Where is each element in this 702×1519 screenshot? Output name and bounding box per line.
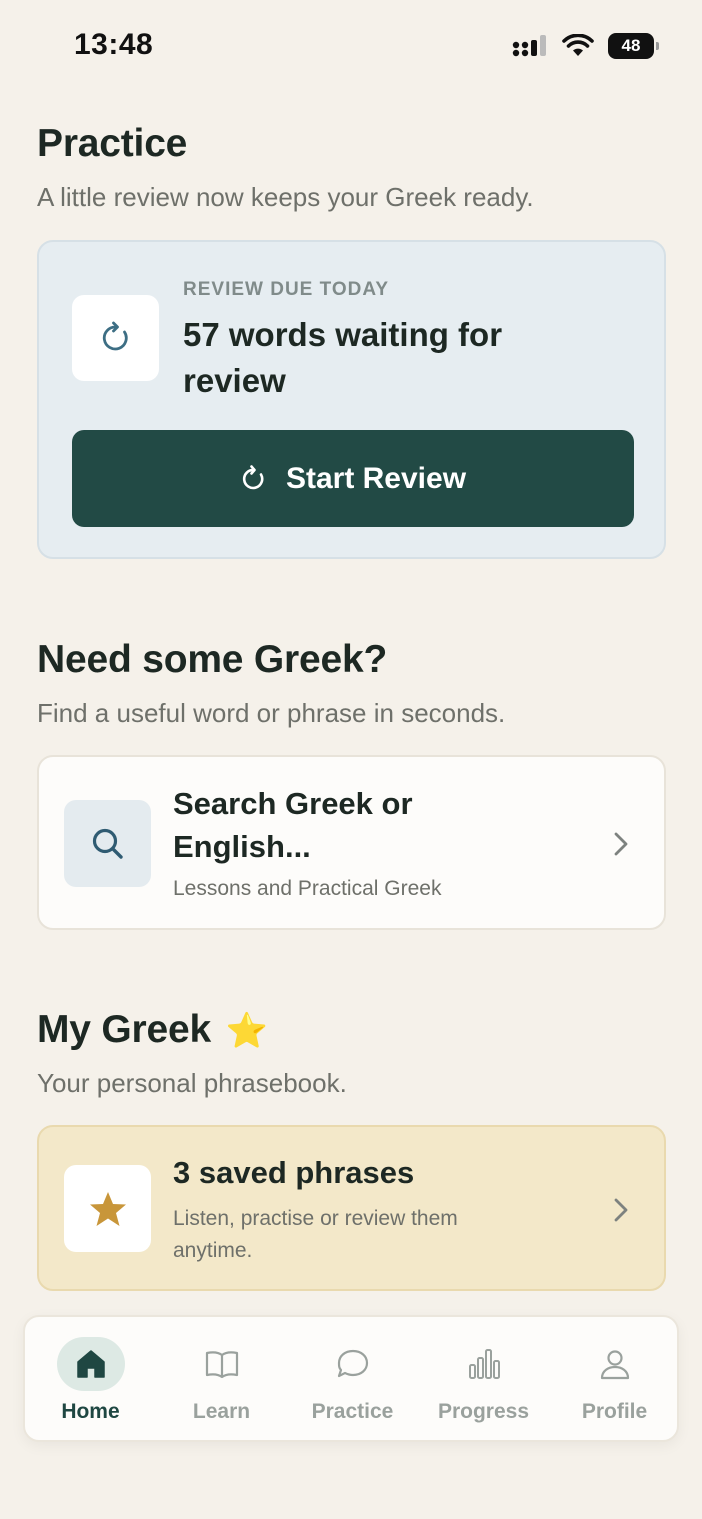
my-greek-title-text: My Greek [37,1008,211,1051]
tab-bar: Home Learn Practice Progress Profile [23,1315,679,1442]
chevron-right-icon [614,1198,628,1222]
person-icon [581,1337,649,1391]
screen: 13:48 48 Practice A little review now ke… [0,0,702,1519]
battery-icon: 48 [608,33,659,59]
search-card[interactable]: Search Greek or English... Lessons and P… [37,755,666,930]
saved-phrases-card[interactable]: 3 saved phrases Listen, practise or revi… [37,1125,666,1291]
tab-profile[interactable]: Profile [549,1317,680,1440]
tab-progress[interactable]: Progress [418,1317,549,1440]
need-greek-subtitle: Find a useful word or phrase in seconds. [37,698,506,728]
tab-label: Home [61,1400,120,1423]
saved-icon-box [64,1165,151,1252]
tab-label: Profile [581,1400,648,1423]
search-title: Search Greek or English... [173,786,413,864]
search-icon [92,828,123,859]
bar-chart-icon [450,1337,518,1391]
wifi-icon [562,34,594,56]
review-card: REVIEW DUE TODAY 57 words waiting for re… [37,240,666,559]
status-time: 13:48 [74,28,154,61]
chevron-right-icon [614,832,628,856]
start-review-button[interactable]: Start Review [72,430,634,527]
tab-label: Practice [311,1400,394,1423]
review-icon-box [72,295,159,381]
tab-home[interactable]: Home [25,1317,156,1440]
refresh-icon [102,321,128,351]
battery-level: 48 [621,36,641,55]
chat-bubble-icon [319,1337,387,1391]
practice-title: Practice [37,122,188,165]
practice-subtitle: A little review now keeps your Greek rea… [37,182,534,212]
cellular-signal-icon [512,35,546,57]
search-subtitle: Lessons and Practical Greek [173,877,442,900]
my-greek-subtitle: Your personal phrasebook. [37,1068,347,1098]
review-title: 57 words waiting for review [183,316,503,399]
home-icon [56,1337,125,1391]
refresh-icon [242,464,264,489]
review-eyebrow: REVIEW DUE TODAY [183,279,390,300]
star-icon [89,1191,126,1226]
saved-phrases-title: 3 saved phrases [173,1155,415,1190]
status-bar: 13:48 48 [0,0,702,92]
saved-phrases-subtitle: Listen, practise or review them anytime. [173,1207,458,1262]
status-icons: 48 [512,33,659,59]
book-icon [188,1337,256,1391]
tab-practice[interactable]: Practice [287,1317,418,1440]
search-icon-box [64,800,151,887]
need-greek-title: Need some Greek? [37,638,388,681]
tab-label: Progress [437,1400,530,1423]
tab-learn[interactable]: Learn [156,1317,287,1440]
tab-label: Learn [192,1400,251,1423]
start-review-label: Start Review [285,461,467,495]
my-greek-title: My Greek ⭐ [37,1008,268,1052]
star-emoji-icon: ⭐ [225,1012,268,1050]
